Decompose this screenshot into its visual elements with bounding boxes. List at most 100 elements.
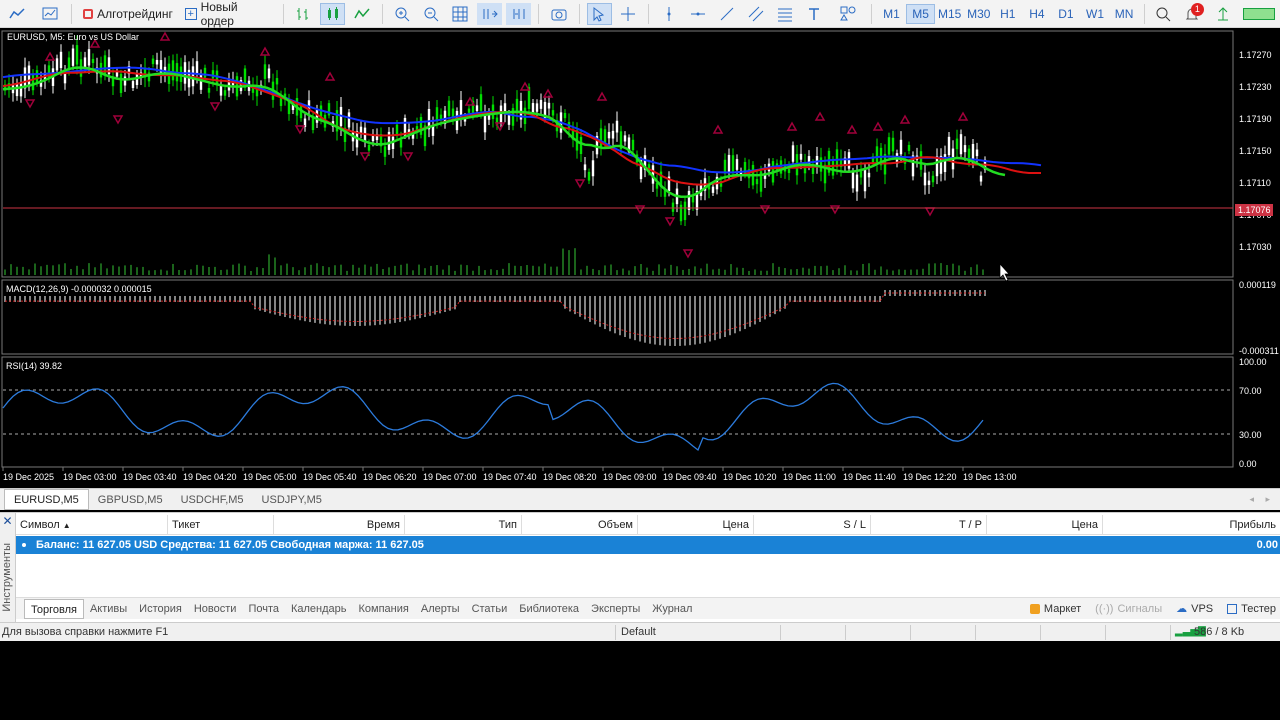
symbol-tab-gbpusd[interactable]: GBPUSD,M5 [89,490,172,510]
chart-area[interactable]: EURUSD, M5: Euro vs US Dollar MACD(12,26… [0,28,1280,488]
tab-calendar[interactable]: Календарь [285,599,353,619]
rsi-axis-70: 70.00 [1239,386,1262,396]
cursor-icon[interactable] [586,2,612,25]
candle-body [119,73,123,94]
candle-body [731,155,735,172]
timeframe-h4[interactable]: H4 [1022,4,1051,24]
zoom-in-icon[interactable] [389,3,414,25]
line-chart-icon[interactable] [349,3,374,25]
candle-body [727,154,731,173]
balance-text: Баланс: 11 627.05 USD Средства: 11 627.0… [36,539,424,551]
candle-body [755,179,759,185]
candle-body [155,59,159,65]
notifications-icon[interactable]: 1 [1179,2,1206,25]
chart-shift-icon[interactable] [506,2,532,25]
signals-label: Сигналы [1117,602,1163,615]
symbol-tab-eurusd[interactable]: EURUSD,M5 [4,489,89,510]
tab-journal[interactable]: Журнал [646,599,698,619]
fractal-arrow [634,205,646,215]
col-profit[interactable]: Прибыль [1103,515,1280,535]
tab-history[interactable]: История [133,599,188,619]
price-tick: 1.17190 [1239,114,1272,124]
candle-body [219,85,223,96]
search-icon[interactable] [1152,3,1175,25]
col-volume[interactable]: Объем [522,515,638,535]
vps-button[interactable]: ☁ VPS [1176,602,1214,616]
candle-body [963,145,967,153]
auto-scroll-icon[interactable] [477,2,503,25]
screenshot-icon[interactable] [546,3,571,25]
tile-windows-icon[interactable] [448,3,473,25]
col-time[interactable]: Время [274,515,405,535]
tabs-scroll-left-icon[interactable]: ◂ [1249,494,1254,505]
horizontal-line-icon[interactable] [685,3,710,25]
trendline-icon[interactable] [714,3,739,25]
vps-label: VPS [1191,602,1214,615]
candle-body [679,204,683,222]
col-symbol[interactable]: Символ ▲ [16,515,168,535]
candle-body [867,172,871,178]
candle-body [579,136,583,155]
tab-library[interactable]: Библиотека [513,599,585,619]
col-type[interactable]: Тип [405,515,522,535]
shapes-menu-icon[interactable] [831,3,864,25]
bar-chart-icon[interactable] [291,3,316,25]
main-toolbar: Алготрейдинг + Новый ордер M1 M5 M15 M30 … [0,0,1280,28]
vertical-line-icon[interactable] [656,3,681,25]
tab-exposure[interactable]: Активы [84,599,133,619]
candlestick-chart-icon[interactable] [320,2,346,25]
candle-body [203,67,207,78]
close-icon[interactable]: ✕ [0,513,15,529]
new-order-button[interactable]: + Новый ордер [181,0,276,28]
col-tp[interactable]: T / P [871,515,987,535]
time-tick: 19 Dec 2025 [3,472,54,482]
chart-templates-icon[interactable] [35,3,64,25]
timeframe-m1[interactable]: M1 [877,4,906,24]
signals-button[interactable]: ((·)) Сигналы [1095,603,1162,615]
col-current-price[interactable]: Цена [987,515,1103,535]
timeframe-mn[interactable]: MN [1110,4,1139,24]
zoom-out-icon[interactable] [419,3,444,25]
chart-canvas[interactable]: EURUSD, M5: Euro vs US Dollar MACD(12,26… [0,28,1280,488]
battery-icon [1239,3,1278,25]
candle-body [799,153,803,160]
timeframe-m15[interactable]: M15 [935,4,964,24]
col-sl[interactable]: S / L [754,515,871,535]
tab-news[interactable]: Новости [188,599,243,619]
fibonacci-icon[interactable] [773,3,798,25]
market-button[interactable]: Маркет [1029,603,1081,615]
timeframe-d1[interactable]: D1 [1051,4,1080,24]
tab-company[interactable]: Компания [353,599,415,619]
col-ticket[interactable]: Тикет [168,515,274,535]
balance-row[interactable]: Баланс: 11 627.05 USD Средства: 11 627.0… [16,536,1280,554]
crosshair-icon[interactable] [616,3,641,25]
macd-caption: MACD(12,26,9) -0.000032 0.000015 [6,284,152,294]
timeframe-m30[interactable]: M30 [964,4,993,24]
tab-mailbox[interactable]: Почта [242,599,285,619]
channel-icon[interactable] [744,3,769,25]
symbol-tab-usdjpy[interactable]: USDJPY,M5 [253,490,331,510]
status-profile[interactable]: Default [621,626,656,638]
candle-body [711,186,715,193]
symbol-tab-usdchf[interactable]: USDCHF,M5 [172,490,253,510]
candle-body [955,138,959,150]
text-tool-icon[interactable] [802,3,827,25]
col-price[interactable]: Цена [638,515,754,535]
plus-square-icon: + [184,7,197,20]
tester-button[interactable]: Тестер [1227,603,1276,615]
tester-icon [1227,603,1238,614]
algo-trading-button[interactable]: Алготрейдинг [79,3,177,25]
timeframe-h1[interactable]: H1 [993,4,1022,24]
cloud-icon: ☁ [1176,603,1188,615]
upload-arrow-icon[interactable] [1210,3,1235,25]
tab-trade[interactable]: Торговля [24,598,84,619]
timeframe-w1[interactable]: W1 [1080,4,1109,24]
tab-experts[interactable]: Эксперты [585,599,646,619]
tab-articles[interactable]: Статьи [466,599,514,619]
tabs-scroll-right-icon[interactable]: ▸ [1265,494,1270,505]
tab-alerts[interactable]: Алерты [415,599,466,619]
candle-body [787,168,791,174]
candle-body [475,105,479,112]
line-chart-menu-icon[interactable] [2,3,31,25]
timeframe-m5[interactable]: M5 [906,3,936,24]
